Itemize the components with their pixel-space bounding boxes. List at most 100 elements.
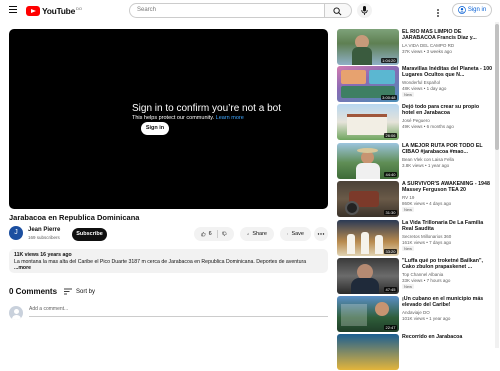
video-duration: 33:20 [383, 249, 397, 254]
recommended-meta: 860K views • 4 days ago [402, 201, 452, 206]
recommended-meta: 33K views • 7 hours ago [402, 278, 451, 283]
more-actions-button[interactable] [314, 227, 328, 241]
recommended-title[interactable]: Maravillas Inéditas del Planeta - 100 Lu… [402, 66, 493, 79]
recommended-meta: 49K views • 6 months ago [402, 124, 454, 129]
recommended-meta: 37K views • 3 weeks ago [402, 49, 452, 54]
like-button[interactable]: 6 [194, 227, 234, 241]
channel-avatar[interactable]: J [9, 226, 23, 240]
recommended-channel[interactable]: Top Channel Albania [402, 272, 443, 277]
signin-button[interactable]: Sign in [452, 3, 492, 17]
recommended-title[interactable]: A SURVIVOR'S AWAKENING - 1948 Massey Fer… [402, 181, 493, 194]
comment-input[interactable]: Add a comment... [29, 306, 328, 317]
new-badge: New [402, 207, 415, 212]
more-vert-icon [437, 9, 439, 17]
video-thumbnail[interactable]: 47:45 [337, 258, 399, 294]
description-body: La montana la mas alta del Caribe el Pic… [14, 259, 307, 265]
search-input[interactable]: Search [129, 3, 325, 18]
thumbnail-figure [347, 234, 355, 254]
bot-check-subtitle: This helps protect our community. Learn … [132, 115, 244, 121]
recommended-meta: 161K views • 7 days ago [402, 240, 452, 245]
recommended-title[interactable]: EL RIO MAS LIMPIO DE JARABACOA Francis D… [402, 29, 493, 42]
recommended-meta: 3.8K views • 1 year ago [402, 163, 450, 168]
recommended-video[interactable]: 44:40 LA MEJOR RUTA POR TODO EL CIBAO #j… [337, 143, 493, 180]
share-icon [247, 232, 250, 235]
thumbnail-person-body [352, 47, 372, 65]
video-thumbnail[interactable]: 3:00:48 [337, 66, 399, 102]
subscribe-button[interactable]: Subscribe [72, 228, 107, 241]
sort-by-label: Sort by [76, 288, 96, 295]
video-duration: 31:30 [383, 210, 397, 215]
thumbnail-hotel [347, 114, 387, 135]
video-thumbnail[interactable] [337, 334, 399, 370]
video-duration: 26:06 [383, 133, 397, 138]
recommended-video[interactable]: 3:00:48 Maravillas Inéditas del Planeta … [337, 66, 493, 103]
save-playlist-icon [287, 233, 289, 235]
thumbnail-figure [375, 235, 383, 254]
new-badge: New [402, 246, 415, 251]
recommended-channel[interactable]: RV 19 [402, 195, 414, 200]
learn-more-link[interactable]: Learn more [216, 115, 244, 121]
video-duration: 44:40 [383, 172, 397, 177]
video-thumbnail[interactable]: 44:40 [337, 143, 399, 179]
search-button[interactable] [325, 3, 352, 18]
scrollbar-thumb[interactable] [495, 24, 499, 150]
recommended-meta: 48K views • 1 day ago [402, 86, 447, 91]
recommended-video[interactable]: 33:20 La Vida Trillonaria De La Familia … [337, 220, 493, 257]
video-title: Jarabacoa en Republica Dominicana [9, 213, 140, 222]
recommended-title[interactable]: Dejó todo para crear su propio hotel en … [402, 104, 493, 117]
settings-more-button[interactable] [433, 5, 443, 17]
microphone-icon [361, 6, 368, 15]
recommended-video[interactable]: 22:47 ¡Un cubano en el municipio más ele… [337, 296, 493, 333]
description-text: La montana la mas alta del Caribe el Pic… [14, 259, 323, 271]
thumbnail-caption [341, 304, 367, 326]
recommended-meta: 101K views • 1 year ago [402, 316, 451, 321]
recommended-channel[interactable]: Wonderful Español [402, 80, 440, 85]
signin-label: Sign in [467, 7, 487, 13]
recommended-title[interactable]: La Vida Trillonaria De La Familia Real S… [402, 220, 493, 233]
save-button[interactable]: Save [280, 227, 311, 241]
description-box[interactable]: 11K views 16 years ago La montana la mas… [9, 249, 328, 273]
bot-check-text: This helps protect our community. [132, 115, 215, 121]
player-signin-button[interactable]: Sign in [141, 122, 169, 135]
save-label: Save [291, 231, 304, 237]
thumbnail-wheel [345, 201, 359, 215]
recommended-video[interactable]: Recorrido en Jarabacoa [337, 334, 493, 371]
video-duration: 1:04:20 [380, 58, 397, 63]
thumbs-down-icon[interactable] [222, 230, 227, 238]
recommended-channel[interactable]: José Peguero [402, 118, 430, 123]
sort-icon [64, 288, 72, 295]
recommended-title[interactable]: LA MEJOR RUTA POR TODO EL CIBAO #jarabac… [402, 143, 493, 156]
recommended-channel[interactable]: LA VIDA DEL CAMPO RD [402, 43, 454, 48]
video-thumbnail[interactable]: 31:30 [337, 181, 399, 217]
video-thumbnail[interactable]: 33:20 [337, 220, 399, 256]
thumbs-up-icon [201, 231, 206, 237]
recommended-channel[interactable]: Secretos Millonarios 360 [402, 234, 451, 239]
recommended-channel[interactable]: Andaviaje DO [402, 310, 430, 315]
video-duration: 22:47 [383, 325, 397, 330]
recommended-channel[interactable]: Bean Vlek con Laisa Fella [402, 157, 454, 162]
thumbnail-tile [341, 70, 366, 84]
video-thumbnail[interactable]: 1:04:20 [337, 29, 399, 65]
video-thumbnail[interactable]: 26:06 [337, 104, 399, 140]
description-more-link[interactable]: ...more [14, 265, 31, 271]
hamburger-menu-icon[interactable] [9, 6, 17, 13]
sort-by-button[interactable]: Sort by [64, 288, 95, 295]
recommended-video[interactable]: 31:30 A SURVIVOR'S AWAKENING - 1948 Mass… [337, 181, 493, 218]
recommended-video[interactable]: 1:04:20 EL RIO MAS LIMPIO DE JARABACOA F… [337, 29, 493, 66]
recommended-video[interactable]: 26:06 Dejó todo para crear su propio hot… [337, 104, 493, 141]
recommended-video[interactable]: 47:45 "Luffa qué po troketné Bailkan", C… [337, 258, 493, 295]
video-duration: 3:00:48 [380, 95, 397, 100]
channel-name[interactable]: Jean Pierre [28, 227, 60, 233]
recommended-title[interactable]: Recorrido en Jarabacoa [402, 334, 493, 340]
video-player[interactable]: Sign in to confirm you’re not a bot This… [9, 29, 328, 209]
description-meta: 11K views 16 years ago [14, 252, 72, 258]
youtube-logo[interactable]: YouTube DO [26, 5, 82, 17]
subscriber-count: 169 subscribers [28, 235, 60, 240]
recommended-title[interactable]: ¡Un cubano en el municipio más elevado d… [402, 296, 493, 309]
thumbnail-person [375, 302, 389, 316]
video-thumbnail[interactable]: 22:47 [337, 296, 399, 332]
voice-search-button[interactable] [357, 3, 372, 18]
share-button[interactable]: Share [240, 227, 274, 241]
like-count: 6 [208, 231, 212, 237]
recommended-title[interactable]: "Luffa qué po troketné Bailkan", Cako zb… [402, 258, 493, 271]
